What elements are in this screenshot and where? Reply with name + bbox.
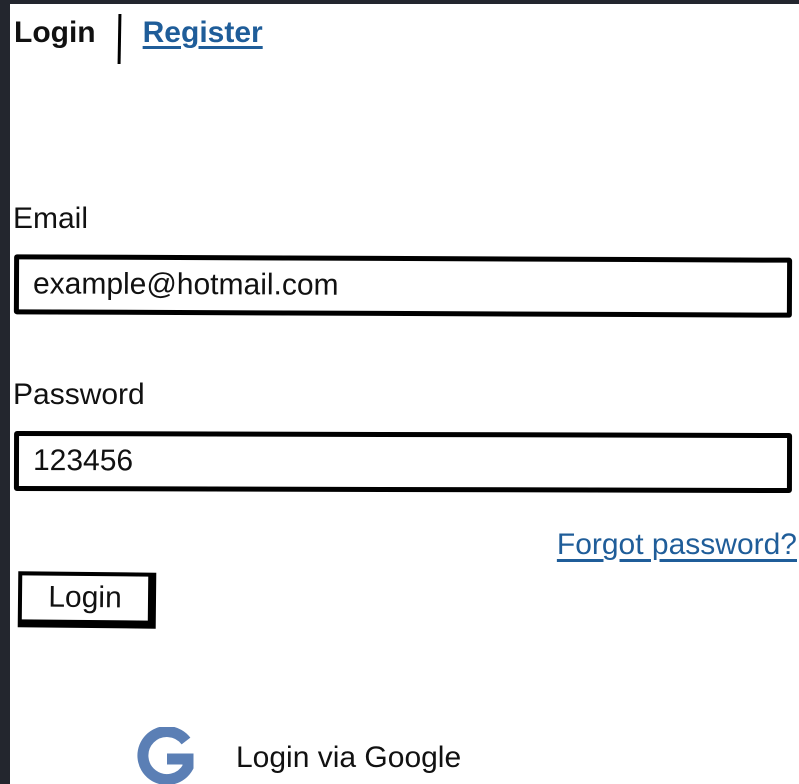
forgot-password-link[interactable]: Forgot password? [557, 528, 797, 562]
tab-login[interactable]: Login [14, 14, 96, 50]
email-field-box [13, 254, 793, 318]
login-button[interactable]: Login [17, 571, 157, 629]
tab-divider [117, 13, 122, 65]
email-input[interactable] [32, 259, 774, 313]
email-label: Email [13, 202, 89, 235]
login-panel: Login Register Email Password Forgot pas… [10, 4, 799, 784]
password-field-box [13, 430, 793, 494]
google-login-button[interactable]: Login via Google [134, 726, 461, 784]
auth-tabs: Login Register [14, 13, 263, 70]
tab-register[interactable]: Register [143, 14, 263, 50]
password-input[interactable] [32, 436, 774, 488]
password-label: Password [13, 378, 145, 411]
google-login-label: Login via Google [236, 741, 462, 774]
google-g-icon [137, 727, 194, 784]
